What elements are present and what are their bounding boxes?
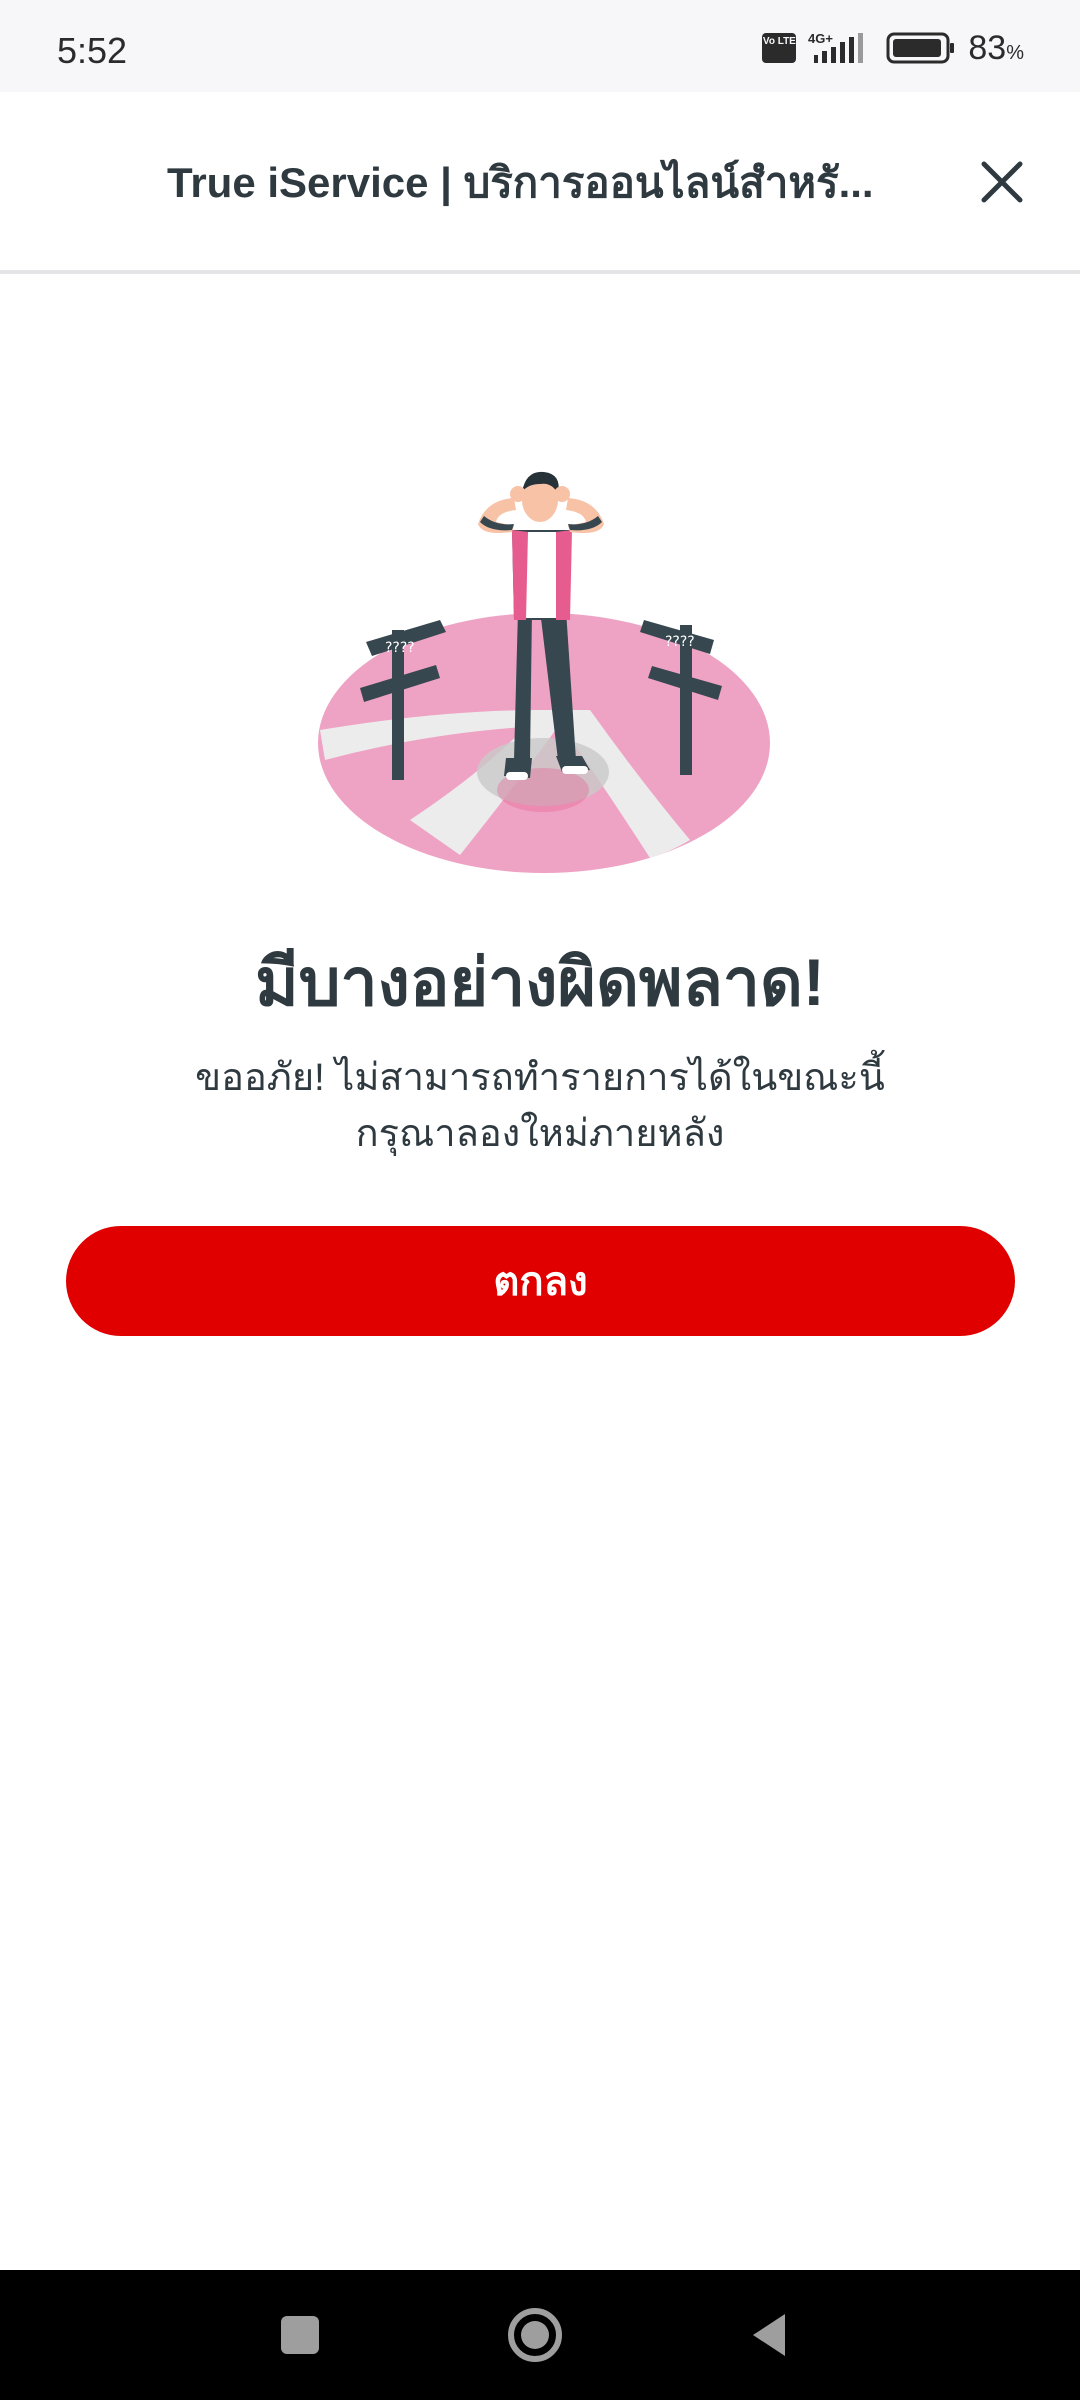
home-icon xyxy=(508,2308,562,2362)
back-button[interactable] xyxy=(735,2300,805,2370)
error-message: ขออภัย! ไม่สามารถทำรายการได้ในขณะนี้ กรุ… xyxy=(140,1050,940,1162)
close-button[interactable] xyxy=(972,152,1032,212)
confused-person-illustration: ???? ???? xyxy=(318,471,770,873)
back-icon xyxy=(753,2314,785,2356)
battery-percent-sign: % xyxy=(1006,41,1024,64)
battery-icon xyxy=(886,32,955,64)
signal-icon: 4G+ xyxy=(808,31,864,63)
recents-icon xyxy=(281,2316,319,2354)
error-message-line-2: กรุณาลองใหม่ภายหลัง xyxy=(355,1113,725,1155)
screen: 5:52 Vo LTE 4G+ 83% True iService | บริก… xyxy=(0,0,1080,2400)
error-title: มีบางอย่างผิดพลาด! xyxy=(255,945,825,1019)
page-title: True iService | บริการออนไลน์สำหรั... xyxy=(167,159,874,206)
right-sign-label: ???? xyxy=(665,634,695,650)
home-button[interactable] xyxy=(500,2300,570,2370)
recents-button[interactable] xyxy=(265,2300,335,2370)
status-time: 5:52 xyxy=(57,30,128,71)
error-message-line-1: ขออภัย! ไม่สามารถทำรายการได้ในขณะนี้ xyxy=(195,1057,885,1099)
close-icon xyxy=(981,161,1023,203)
ok-button[interactable]: ตกลง xyxy=(66,1226,1015,1336)
battery-percent-value: 83 xyxy=(968,28,1007,67)
network-type-label: 4G+ xyxy=(808,31,833,46)
webview-header: True iService | บริการออนไลน์สำหรั... xyxy=(0,92,1080,274)
volte-icon: Vo LTE xyxy=(762,33,797,63)
status-bar: 5:52 Vo LTE 4G+ 83% xyxy=(0,0,1080,92)
status-icons: Vo LTE 4G+ 83% xyxy=(762,28,1024,68)
system-nav-bar xyxy=(0,2270,1080,2400)
battery-percent: 83% xyxy=(968,29,1024,68)
left-sign-label: ???? xyxy=(385,640,415,656)
